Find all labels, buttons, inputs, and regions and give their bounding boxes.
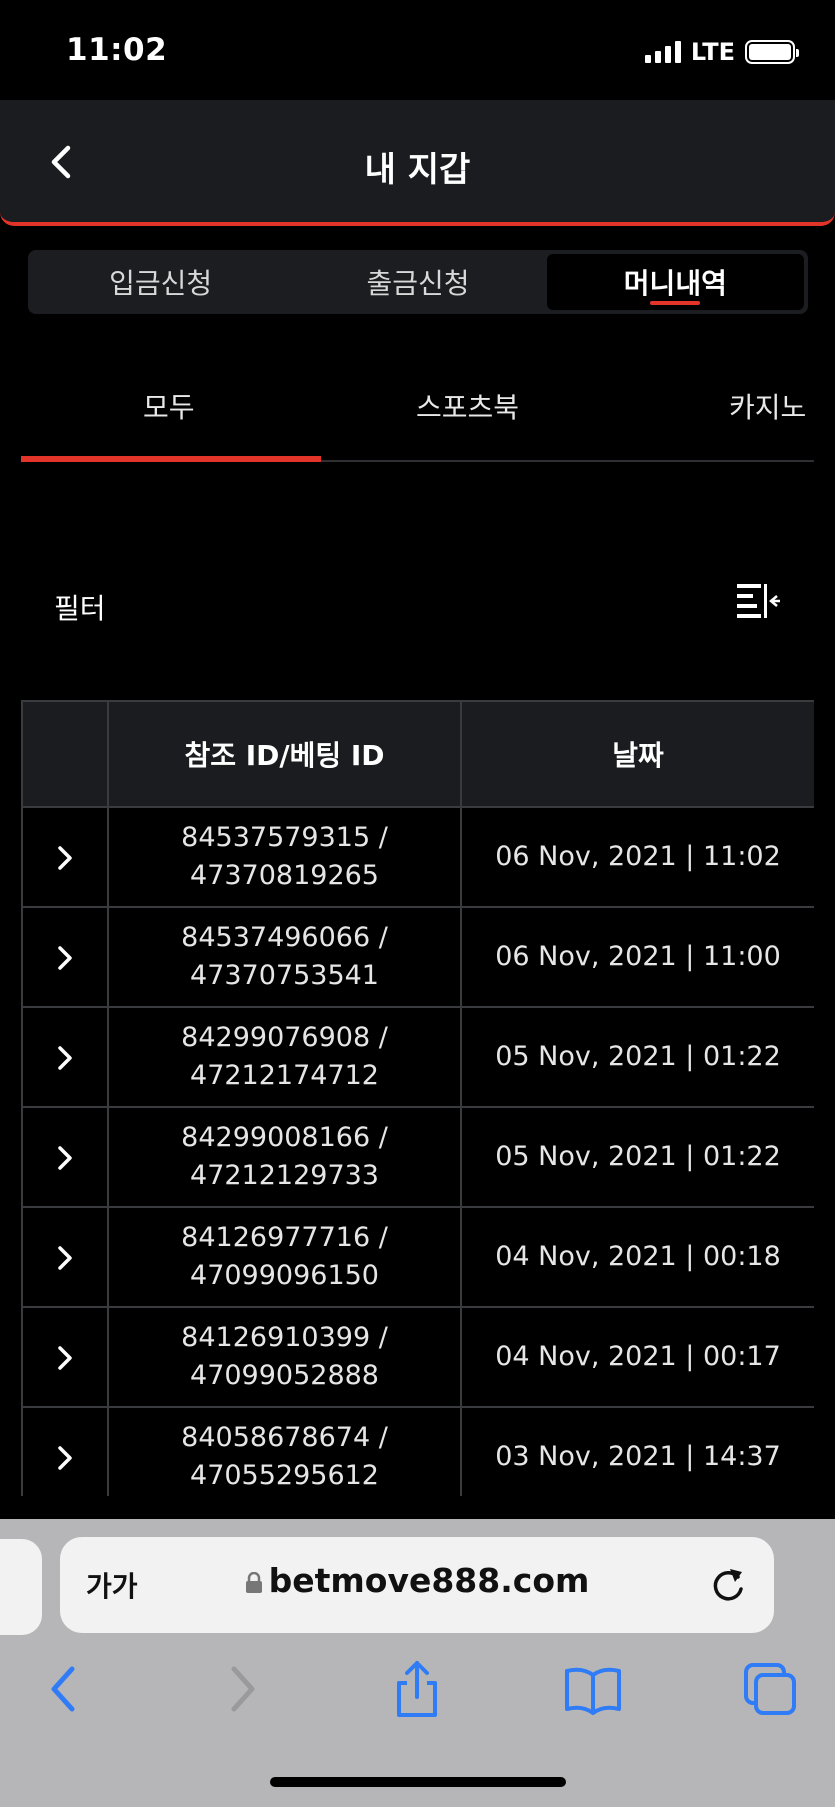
tab-money-history[interactable]: 머니내역 (546, 254, 804, 310)
date-cell: 03 Nov, 2021 | 14:37 (460, 1406, 814, 1496)
tab-deposit[interactable]: 입금신청 (32, 254, 289, 310)
table-row[interactable]: 84126910399 / 47099052888 04 Nov, 2021 | 0… (21, 1306, 814, 1408)
wallet-tabs: 입금신청 출금신청 머니내역 (28, 250, 808, 314)
ref-id: 84126977716 / (181, 1222, 388, 1253)
table-row[interactable]: 84299008166 / 47212129733 05 Nov, 2021 | 0… (21, 1106, 814, 1208)
status-indicators: LTE (644, 38, 799, 66)
table-row[interactable]: 84537579315 / 47370819265 06 Nov, 2021 | 1… (21, 806, 814, 908)
date-cell: 04 Nov, 2021 | 00:18 (460, 1206, 814, 1308)
bookmarks-icon[interactable] (563, 1659, 623, 1719)
ref-id-cell: 84299076908 / 47212174712 (107, 1006, 462, 1108)
active-category-indicator (21, 456, 321, 462)
tab-money-history-label: 머니내역 (623, 267, 727, 300)
status-bar: 11:02 LTE (0, 0, 835, 100)
table-row[interactable]: 84126977716 / 47099096150 04 Nov, 2021 | 0… (21, 1206, 814, 1308)
ref-id: 84299008166 / (181, 1122, 388, 1153)
battery-icon (745, 40, 799, 64)
lock-icon (245, 1572, 262, 1593)
category-tabs: 모두 스포츠북 카지노 (21, 370, 814, 462)
network-label: LTE (690, 38, 735, 66)
expand-column-header (21, 700, 109, 808)
ref-id: 84058678674 / (181, 1422, 388, 1453)
ref-id: 84126910399 / (181, 1322, 388, 1353)
reload-icon[interactable] (708, 1563, 748, 1607)
browser-back-icon[interactable] (34, 1659, 94, 1719)
share-icon[interactable] (387, 1659, 447, 1719)
active-tab-indicator (650, 301, 701, 305)
tab-withdraw-label: 출금신청 (366, 267, 470, 300)
expand-cell[interactable] (21, 1306, 109, 1408)
bet-id: 47370819265 (190, 860, 379, 891)
browser-toolbar: 가가 betmove888.com (0, 1519, 835, 1807)
chevron-right-icon[interactable] (55, 1443, 75, 1473)
date-cell: 05 Nov, 2021 | 01:22 (460, 1106, 814, 1208)
expand-cell[interactable] (21, 806, 109, 908)
chevron-right-icon[interactable] (55, 1043, 75, 1073)
date-cell: 06 Nov, 2021 | 11:00 (460, 906, 814, 1008)
table-row[interactable]: 84058678674 / 47055295612 03 Nov, 2021 | 1… (21, 1406, 814, 1496)
browser-forward-icon[interactable] (212, 1659, 272, 1719)
date-cell: 04 Nov, 2021 | 00:17 (460, 1306, 814, 1408)
history-table: 참조 ID/베팅 ID 날짜 84537579315 / 47370819265 0… (21, 700, 814, 1496)
table-row[interactable]: 84537496066 / 47370753541 06 Nov, 2021 | 1… (21, 906, 814, 1008)
bet-id: 47370753541 (190, 960, 379, 991)
expand-cell[interactable] (21, 1106, 109, 1208)
previous-tab-peek[interactable] (0, 1539, 42, 1635)
expand-cell[interactable] (21, 1206, 109, 1308)
bet-id: 47212174712 (190, 1060, 379, 1091)
app-header: 내 지갑 (0, 100, 835, 226)
date-cell: 05 Nov, 2021 | 01:22 (460, 1006, 814, 1108)
bet-id: 47055295612 (190, 1460, 379, 1491)
chevron-right-icon[interactable] (55, 943, 75, 973)
ref-id-cell: 84058678674 / 47055295612 (107, 1406, 462, 1496)
category-all[interactable]: 모두 (143, 386, 195, 426)
date-cell: 06 Nov, 2021 | 11:02 (460, 806, 814, 908)
expand-cell[interactable] (21, 1406, 109, 1496)
chevron-right-icon[interactable] (55, 1143, 75, 1173)
url-display[interactable]: betmove888.com (60, 1561, 774, 1600)
page-title: 내 지갑 (364, 150, 471, 190)
expand-cell[interactable] (21, 906, 109, 1008)
tab-withdraw[interactable]: 출금신청 (289, 254, 546, 310)
expand-cell[interactable] (21, 1006, 109, 1108)
ref-id: 84537496066 / (181, 922, 388, 953)
ref-id-cell: 84537579315 / 47370819265 (107, 806, 462, 908)
tabs-icon[interactable] (740, 1659, 800, 1719)
browser-nav-row (0, 1659, 835, 1749)
chevron-right-icon[interactable] (55, 843, 75, 873)
chevron-right-icon[interactable] (55, 1243, 75, 1273)
ref-id-column-header: 참조 ID/베팅 ID (107, 700, 462, 808)
bet-id: 47099052888 (190, 1360, 379, 1391)
bet-id: 47212129733 (190, 1160, 379, 1191)
ref-id-cell: 84126910399 / 47099052888 (107, 1306, 462, 1408)
category-sportsbook[interactable]: 스포츠북 (416, 386, 519, 426)
status-time: 11:02 (66, 32, 168, 68)
table-row[interactable]: 84299076908 / 47212174712 05 Nov, 2021 | 0… (21, 1006, 814, 1108)
date-column-header: 날짜 (460, 700, 814, 808)
table-header-row: 참조 ID/베팅 ID 날짜 (21, 700, 814, 808)
ref-id-cell: 84537496066 / 47370753541 (107, 906, 462, 1008)
ref-id-cell: 84299008166 / 47212129733 (107, 1106, 462, 1208)
chevron-right-icon[interactable] (55, 1343, 75, 1373)
url-text: betmove888.com (268, 1561, 590, 1600)
address-bar[interactable]: 가가 betmove888.com (60, 1537, 774, 1633)
home-indicator (270, 1777, 566, 1787)
ref-id-cell: 84126977716 / 47099096150 (107, 1206, 462, 1308)
category-casino[interactable]: 카지노 (729, 386, 806, 426)
signal-icon (644, 41, 681, 63)
filter-icon[interactable] (735, 582, 781, 622)
bet-id: 47099096150 (190, 1260, 379, 1291)
filter-label: 필터 (54, 592, 106, 625)
tab-deposit-label: 입금신청 (109, 267, 213, 300)
ref-id: 84299076908 / (181, 1022, 388, 1053)
ref-id: 84537579315 / (181, 822, 388, 853)
